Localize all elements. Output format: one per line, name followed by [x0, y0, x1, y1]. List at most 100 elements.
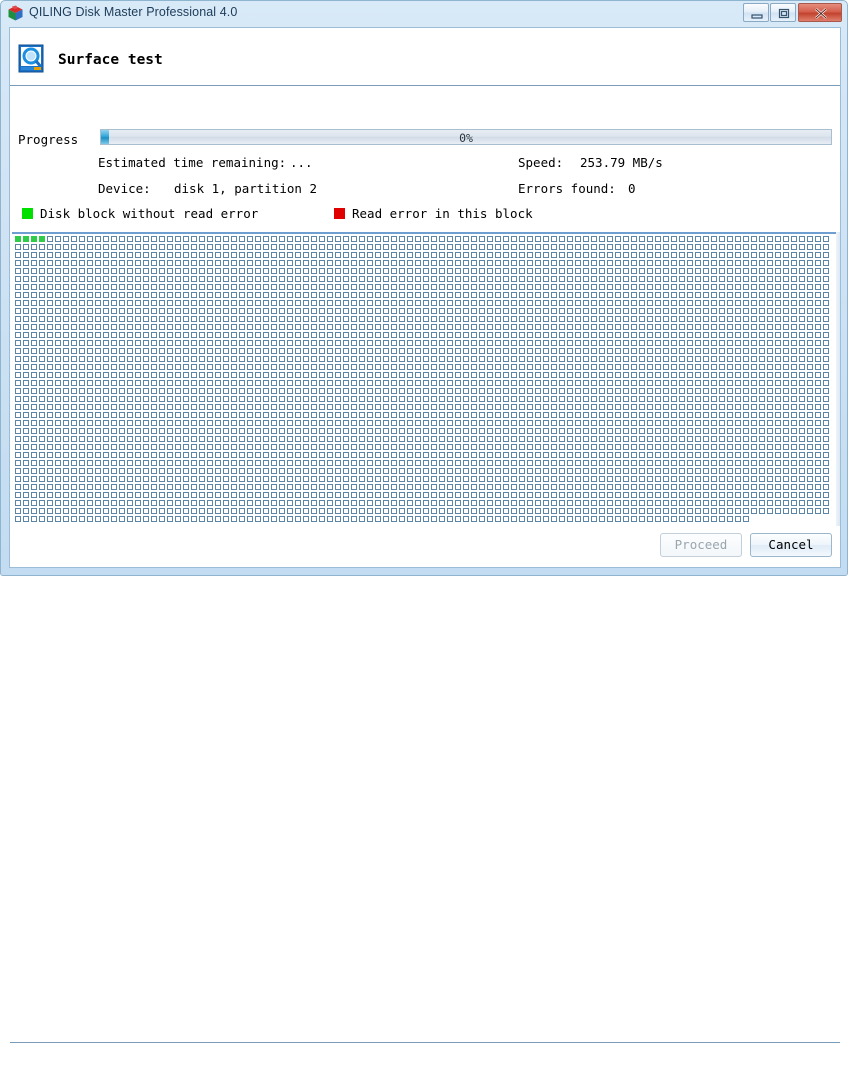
disk-block-cell — [679, 268, 685, 274]
disk-block-cell — [415, 516, 421, 522]
disk-block-cell — [511, 348, 517, 354]
disk-block-cell — [767, 260, 773, 266]
disk-block-cell — [71, 260, 77, 266]
disk-block-cell — [111, 324, 117, 330]
disk-block-cell — [647, 444, 653, 450]
disk-block-cell — [431, 340, 437, 346]
disk-block-cell — [527, 316, 533, 322]
disk-block-cell — [223, 508, 229, 514]
disk-block-cell — [439, 324, 445, 330]
disk-block-cell — [239, 404, 245, 410]
disk-block-cell — [87, 268, 93, 274]
disk-block-cell — [303, 364, 309, 370]
disk-block-cell — [143, 332, 149, 338]
disk-block-cell — [551, 284, 557, 290]
disk-block-cell — [295, 316, 301, 322]
maximize-icon[interactable] — [770, 3, 796, 22]
disk-block-cell — [471, 476, 477, 482]
disk-block-cell — [239, 468, 245, 474]
disk-block-cell — [183, 444, 189, 450]
disk-block-cell — [431, 332, 437, 338]
disk-block-cell — [663, 260, 669, 266]
disk-block-cell — [463, 476, 469, 482]
disk-block-cell — [807, 476, 813, 482]
disk-block-cell — [455, 444, 461, 450]
disk-block-cell — [103, 236, 109, 242]
disk-block-cell — [383, 308, 389, 314]
disk-block-cell — [463, 516, 469, 522]
disk-block-cell — [551, 436, 557, 442]
disk-block-cell — [791, 420, 797, 426]
disk-block-cell — [695, 460, 701, 466]
disk-block-cell — [359, 268, 365, 274]
disk-block-cell — [615, 284, 621, 290]
disk-block-cell — [767, 268, 773, 274]
disk-block-cell — [167, 340, 173, 346]
minimize-icon[interactable] — [743, 3, 769, 22]
disk-block-cell — [775, 508, 781, 514]
disk-block-cell — [127, 252, 133, 258]
disk-block-cell — [199, 268, 205, 274]
disk-block-cell — [103, 268, 109, 274]
disk-block-cell — [199, 396, 205, 402]
disk-block-cell — [703, 260, 709, 266]
disk-block-cell — [367, 428, 373, 434]
disk-block-cell — [575, 492, 581, 498]
disk-block-cell — [727, 292, 733, 298]
disk-block-cell — [447, 516, 453, 522]
disk-block-cell — [815, 492, 821, 498]
disk-block-cell — [799, 452, 805, 458]
disk-block-cell — [351, 452, 357, 458]
close-icon[interactable] — [798, 3, 842, 22]
disk-block-cell — [639, 244, 645, 250]
disk-block-cell — [527, 500, 533, 506]
disk-block-cell — [751, 452, 757, 458]
disk-block-cell — [791, 252, 797, 258]
disk-block-cell — [815, 276, 821, 282]
disk-block-cell — [615, 492, 621, 498]
disk-block-cell — [407, 308, 413, 314]
disk-block-cell — [807, 292, 813, 298]
disk-block-cell — [623, 412, 629, 418]
disk-block-cell — [87, 484, 93, 490]
block-map-scroll-rail[interactable] — [836, 232, 840, 532]
disk-block-cell — [671, 412, 677, 418]
disk-block-cell — [447, 484, 453, 490]
disk-block-cell — [399, 252, 405, 258]
disk-block-cell — [647, 452, 653, 458]
disk-block-cell — [375, 276, 381, 282]
disk-block-cell — [159, 284, 165, 290]
disk-block-cell — [759, 268, 765, 274]
disk-block-cell — [599, 436, 605, 442]
disk-block-cell — [39, 380, 45, 386]
disk-block-cell — [791, 268, 797, 274]
disk-block-cell — [23, 268, 29, 274]
disk-block-cell — [655, 348, 661, 354]
legend-error-label: Read error in this block — [352, 206, 533, 221]
disk-block-cell — [183, 364, 189, 370]
cancel-button[interactable]: Cancel — [750, 533, 832, 557]
disk-block-cell — [423, 380, 429, 386]
disk-block-cell — [63, 404, 69, 410]
disk-block-cell — [175, 412, 181, 418]
disk-block-map[interactable] — [12, 232, 838, 532]
disk-block-cell — [119, 428, 125, 434]
disk-block-cell — [255, 276, 261, 282]
proceed-button[interactable]: Proceed — [660, 533, 742, 557]
disk-block-cell — [191, 388, 197, 394]
disk-block-cell — [543, 324, 549, 330]
disk-block-cell — [327, 484, 333, 490]
disk-block-cell — [127, 404, 133, 410]
disk-block-cell — [823, 508, 829, 514]
disk-block-cell — [591, 508, 597, 514]
disk-block-cell — [71, 452, 77, 458]
disk-block-cell — [215, 484, 221, 490]
disk-block-cell — [327, 452, 333, 458]
disk-block-cell — [247, 412, 253, 418]
disk-block-cell — [639, 436, 645, 442]
disk-block-cell — [415, 236, 421, 242]
title-bar[interactable]: QILING Disk Master Professional 4.0 — [1, 1, 848, 27]
disk-block-cell — [335, 260, 341, 266]
disk-block-cell — [207, 468, 213, 474]
disk-block-cell — [319, 356, 325, 362]
